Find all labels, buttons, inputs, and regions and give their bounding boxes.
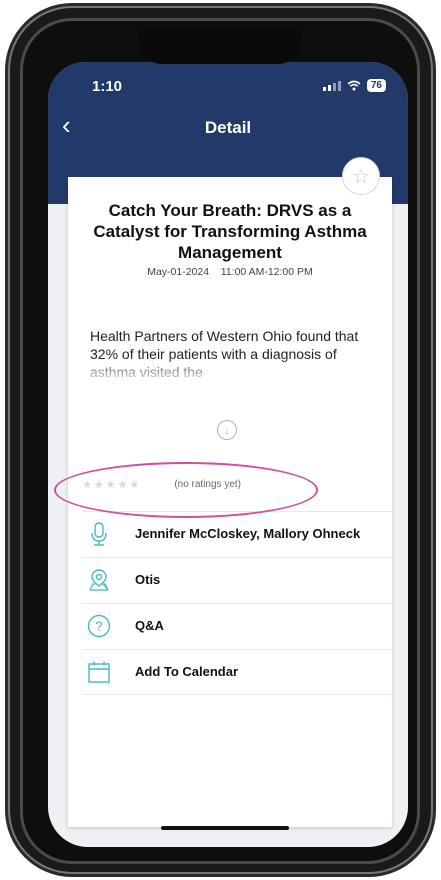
rating-highlight-annotation bbox=[54, 462, 318, 518]
star-outline-icon: ☆ bbox=[352, 165, 370, 188]
question-icon: ? bbox=[82, 614, 116, 638]
microphone-icon bbox=[82, 522, 116, 546]
phone-notch bbox=[138, 26, 302, 64]
favorite-star-button[interactable]: ☆ bbox=[342, 157, 380, 195]
page-title: Detail bbox=[204, 118, 252, 137]
row-speakers[interactable]: Jennifer McCloskey, Mallory Ohneck bbox=[82, 511, 392, 556]
qa-label: Q&A bbox=[135, 618, 164, 633]
session-date: May-01-2024 bbox=[147, 266, 210, 278]
add-calendar-label: Add To Calendar bbox=[135, 664, 239, 679]
status-icons: 76 bbox=[322, 79, 386, 92]
signal-icon bbox=[322, 80, 341, 91]
session-title: Catch Your Breath: DRVS as a Catalyst fo… bbox=[93, 201, 367, 262]
app-screen: 1:10 76 ‹ Detail Catch Your Breath: DRVS… bbox=[48, 62, 408, 847]
description-fade bbox=[68, 357, 392, 383]
battery-indicator: 76 bbox=[366, 79, 386, 92]
location-pin-icon bbox=[82, 568, 116, 592]
calendar-icon bbox=[82, 660, 116, 684]
speakers-label: Jennifer McCloskey, Mallory Ohneck bbox=[135, 526, 361, 541]
row-add-calendar[interactable]: Add To Calendar bbox=[82, 649, 392, 695]
row-qa[interactable]: ? Q&A bbox=[82, 603, 392, 648]
row-location[interactable]: Otis bbox=[82, 557, 392, 602]
home-indicator bbox=[161, 826, 289, 830]
expand-description-icon[interactable]: ↓ bbox=[217, 420, 237, 440]
status-time: 1:10 bbox=[92, 78, 123, 95]
svg-text:?: ? bbox=[95, 619, 102, 634]
wifi-icon bbox=[347, 80, 361, 91]
session-time: 11:00 AM-12:00 PM bbox=[220, 266, 313, 278]
session-datetime: May-01-2024 11:00 AM-12:00 PM bbox=[68, 266, 392, 278]
location-label: Otis bbox=[135, 572, 161, 587]
